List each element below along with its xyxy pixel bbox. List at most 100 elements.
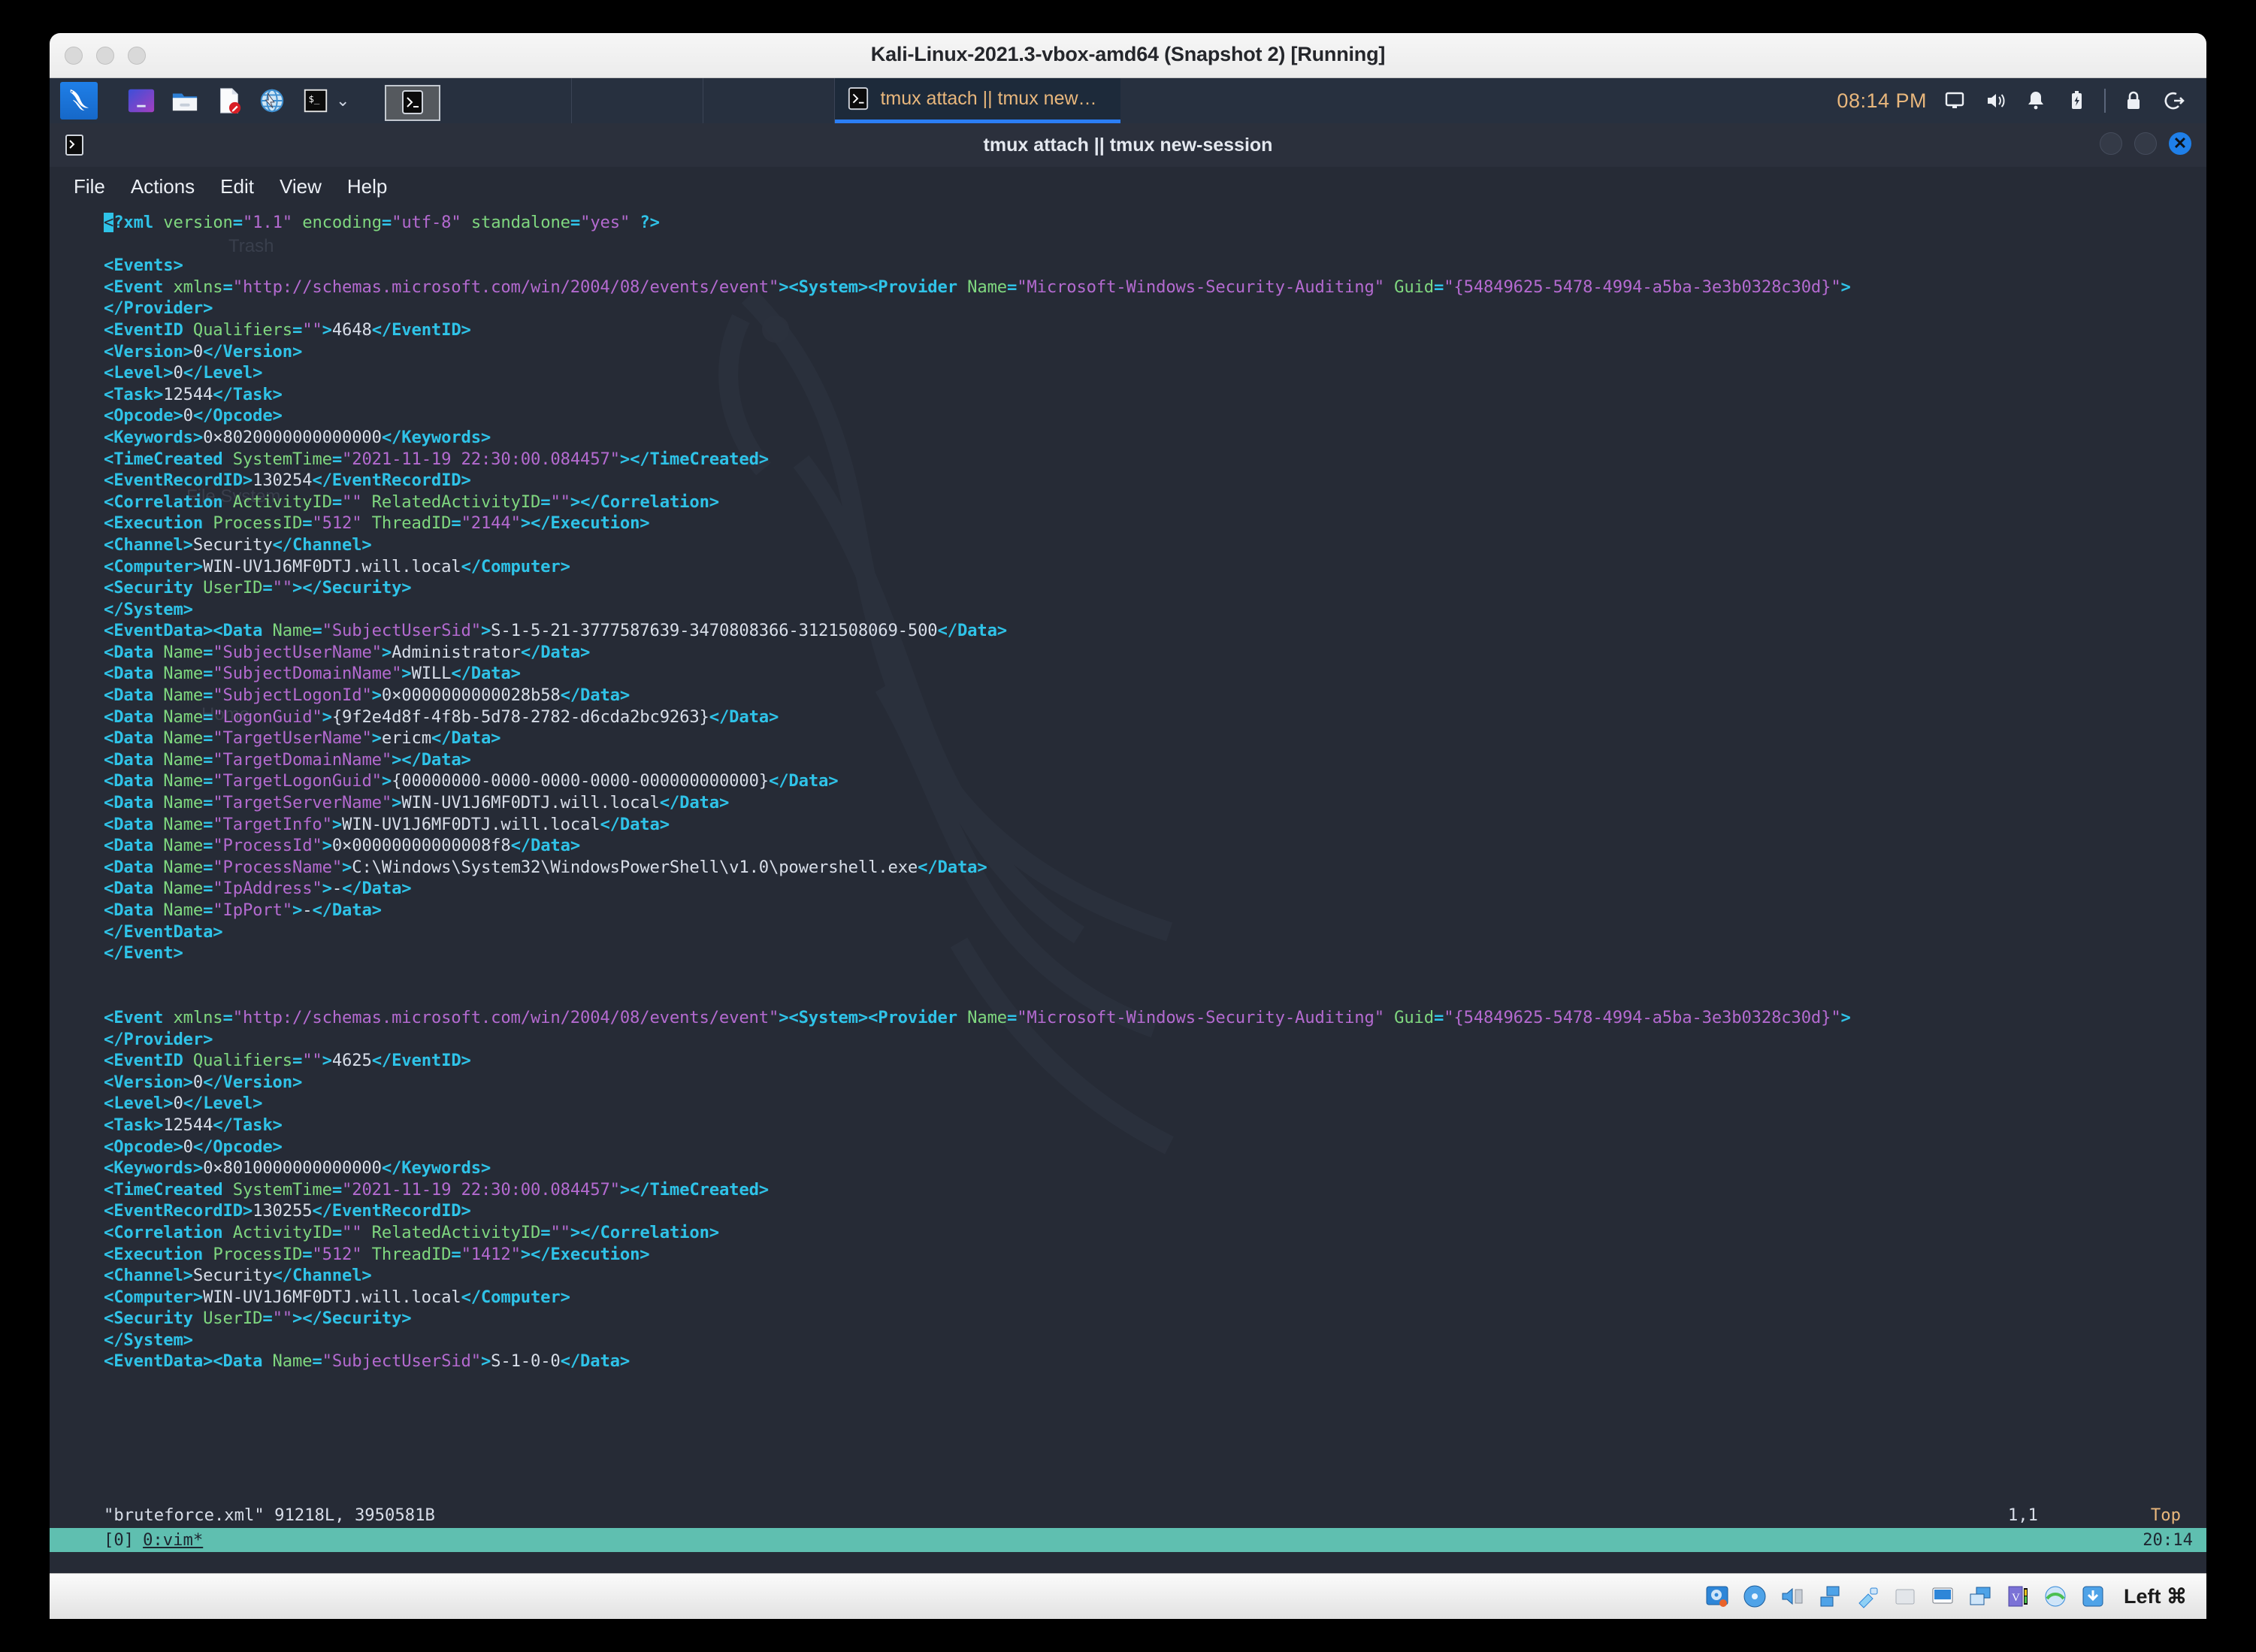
remote-display-icon[interactable]	[1967, 1584, 1993, 1609]
virtualbox-status-bar: V Left ⌘	[50, 1573, 2206, 1619]
editor-line: <EventRecordID>130254</EventRecordID>	[104, 470, 471, 491]
display-icon[interactable]	[1930, 1584, 1955, 1609]
xfce-panel: $_ ⌄ tmux attach || tmux new… 08:14 PM	[50, 78, 2206, 123]
editor-line: <Data Name="TargetServerName">WIN-UV1J6M…	[104, 793, 730, 813]
taskbar-window-tmux[interactable]: tmux attach || tmux new…	[835, 78, 1121, 123]
editor-line: <Security UserID=""></Security>	[104, 1309, 412, 1329]
vim-status-line: "bruteforce.xml" 91218L, 3950581B 1,1 To…	[50, 1504, 2206, 1526]
web-browser-icon[interactable]	[255, 83, 289, 118]
kali-dragon-logo-icon[interactable]	[60, 82, 98, 120]
logout-icon[interactable]	[2161, 88, 2187, 113]
text-editor-icon[interactable]	[211, 83, 246, 118]
hard-disk-icon[interactable]	[1704, 1584, 1730, 1609]
editor-line: <Level>0</Level>	[104, 363, 263, 383]
editor-line: <Correlation ActivityID="" RelatedActivi…	[104, 492, 719, 512]
menu-view[interactable]: View	[280, 175, 322, 198]
menu-file[interactable]: File	[74, 175, 105, 198]
editor-line: <Data Name="IpAddress">-</Data>	[104, 879, 412, 899]
chevron-down-icon[interactable]: ⌄	[336, 91, 349, 110]
terminal-titlebar: tmux attach || tmux new-session ✕	[50, 123, 2206, 167]
panel-tray: 08:14 PM	[1837, 78, 2206, 123]
app-finder-icon[interactable]	[124, 83, 159, 118]
editor-line: <Channel>Security</Channel>	[104, 1266, 372, 1286]
task-slot	[572, 78, 704, 123]
editor-line: </Provider>	[104, 1029, 213, 1049]
terminal-icon[interactable]: $_	[298, 83, 333, 118]
vm-recording-icon[interactable]: V	[2005, 1584, 2031, 1609]
svg-text:$_: $_	[309, 94, 320, 104]
lock-icon[interactable]	[2121, 88, 2146, 113]
editor-line: <?xml version="1.1" encoding="utf-8" sta…	[104, 213, 660, 232]
virtualbox-titlebar: Kali-Linux-2021.3-vbox-amd64 (Snapshot 2…	[50, 33, 2206, 78]
editor-line: <Correlation ActivityID="" RelatedActivi…	[104, 1222, 719, 1242]
editor-line: <EventData><Data Name="SubjectUserSid">S…	[104, 621, 1007, 641]
editor-line: </Provider>	[104, 298, 213, 319]
virtualbox-window-title: Kali-Linux-2021.3-vbox-amd64 (Snapshot 2…	[870, 43, 1386, 65]
editor-line: <Data Name="LogonGuid">{9f2e4d8f-4f8b-5d…	[104, 706, 779, 727]
editor-line: <Event xmlns="http://schemas.microsoft.c…	[104, 277, 1851, 297]
tmux-clock: 20:14	[2143, 1530, 2193, 1550]
terminal-content-area[interactable]: Trash File System Home <?xml version="1.1"…	[50, 206, 2206, 1573]
notification-bell-icon[interactable]	[2023, 88, 2049, 113]
tmux-window-vim[interactable]: 0:vim*	[143, 1530, 203, 1550]
host-key-label: Left ⌘	[2124, 1584, 2187, 1608]
audio-icon[interactable]	[1780, 1584, 1805, 1609]
editor-line: <Data Name="ProcessName">C:\Windows\Syst…	[104, 857, 987, 877]
terminal-window-title: tmux attach || tmux new-session	[983, 134, 1273, 156]
editor-line: <Execution ProcessID="512" ThreadID="214…	[104, 513, 650, 534]
terminal-window-buttons: ✕	[2100, 132, 2191, 155]
editor-line: <Event xmlns="http://schemas.microsoft.c…	[104, 1007, 1851, 1027]
editor-line: <EventID Qualifiers="">4625</EventID>	[104, 1051, 471, 1071]
editor-line: <Task>12544</Task>	[104, 384, 283, 404]
editor-line: <Computer>WIN-UV1J6MF0DTJ.will.local</Co…	[104, 556, 570, 576]
editor-line: <Level>0</Level>	[104, 1094, 263, 1114]
vim-cursor-position: 1,1	[2007, 1505, 2038, 1525]
usb-icon[interactable]	[1855, 1584, 1880, 1609]
editor-line: <Version>0</Version>	[104, 341, 303, 362]
editor-line: </EventData>	[104, 921, 223, 942]
editor-line: <Events>	[104, 256, 183, 276]
editor-line: <Task>12544</Task>	[104, 1115, 283, 1135]
editor-line: <TimeCreated SystemTime="2021-11-19 22:3…	[104, 1179, 769, 1200]
menu-actions[interactable]: Actions	[131, 175, 195, 198]
editor-line: <Opcode>0</Opcode>	[104, 406, 283, 426]
editor-line: <Security UserID=""></Security>	[104, 578, 412, 598]
network-icon[interactable]	[1817, 1584, 1843, 1609]
editor-line: </System>	[104, 599, 193, 619]
editor-line: <Opcode>0</Opcode>	[104, 1136, 283, 1157]
terminal-minimize-button[interactable]	[2100, 132, 2122, 155]
editor-line: <Keywords>0×8010000000000000</Keywords>	[104, 1158, 491, 1178]
editor-line: <Version>0</Version>	[104, 1072, 303, 1092]
svg-text:V: V	[2012, 1592, 2020, 1604]
vim-scroll-indicator: Top	[2150, 1505, 2181, 1525]
globe-icon[interactable]	[2043, 1584, 2068, 1609]
file-manager-icon[interactable]	[168, 83, 202, 118]
show-desktop-button[interactable]	[385, 85, 441, 121]
vim-editor-text[interactable]: <?xml version="1.1" encoding="utf-8" sta…	[50, 206, 2206, 1372]
editor-line: <Data Name="TargetUserName">ericm</Data>	[104, 728, 501, 749]
shared-folders-icon[interactable]	[1892, 1584, 1918, 1609]
mouse-integration-icon[interactable]	[2080, 1584, 2106, 1609]
menu-help[interactable]: Help	[347, 175, 387, 198]
editor-line: <Execution ProcessID="512" ThreadID="141…	[104, 1244, 650, 1264]
terminal-close-button[interactable]: ✕	[2169, 132, 2191, 155]
battery-charging-icon[interactable]	[2064, 88, 2089, 113]
vim-file-info: "bruteforce.xml" 91218L, 3950581B	[104, 1505, 435, 1525]
panel-clock[interactable]: 08:14 PM	[1837, 89, 1927, 113]
menu-edit[interactable]: Edit	[220, 175, 254, 198]
display-icon[interactable]	[1942, 88, 1967, 113]
editor-line: <Data Name="SubjectUserName">Administrat…	[104, 642, 591, 662]
volume-icon[interactable]	[1982, 88, 2008, 113]
panel-launchers: $_ ⌄	[50, 78, 441, 123]
editor-line: <Keywords>0×8020000000000000</Keywords>	[104, 427, 491, 447]
terminal-maximize-button[interactable]	[2134, 132, 2157, 155]
tmux-session-prefix: [0]	[104, 1530, 135, 1550]
tmux-status-bar[interactable]: [0] 0:vim* 20:14	[50, 1528, 2206, 1552]
editor-line: <Data Name="SubjectLogonId">0×0000000000…	[104, 685, 631, 706]
optical-disk-icon[interactable]	[1742, 1584, 1768, 1609]
editor-line: <EventRecordID>130255</EventRecordID>	[104, 1201, 471, 1221]
editor-line: <Data Name="TargetInfo">WIN-UV1J6MF0DTJ.…	[104, 814, 670, 834]
